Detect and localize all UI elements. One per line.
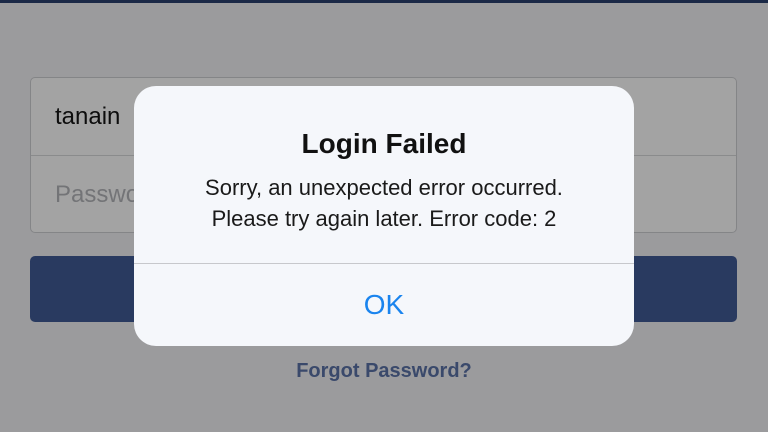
ok-button[interactable]: OK — [134, 264, 634, 346]
alert-message: Sorry, an unexpected error occurred. Ple… — [154, 172, 614, 234]
alert-message-line-2: Please try again later. Error code: 2 — [211, 206, 557, 231]
alert-title: Login Failed — [301, 128, 467, 159]
alert-message-line-1: Sorry, an unexpected error occurred. — [205, 175, 563, 200]
login-failed-alert: Login Failed Sorry, an unexpected error … — [134, 86, 634, 346]
